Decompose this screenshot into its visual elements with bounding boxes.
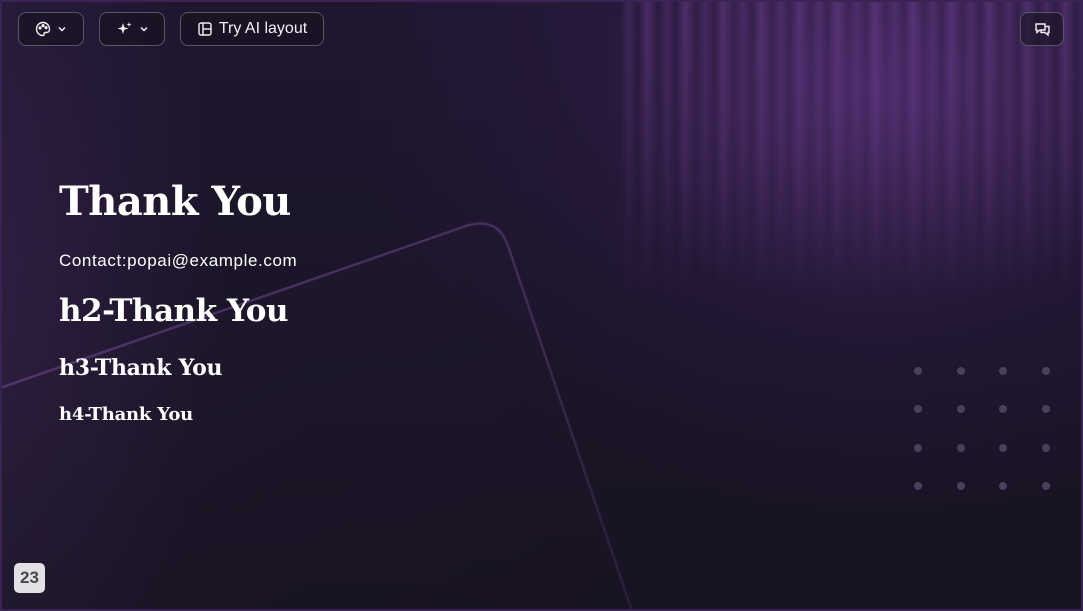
dot-grid: [914, 367, 1050, 490]
slide-title-h3: h3-Thank You: [59, 355, 223, 381]
chat-button[interactable]: [1020, 12, 1064, 46]
slide-title-h4: h4-Thank You: [59, 404, 194, 425]
chevron-down-icon: [139, 24, 149, 34]
try-ai-layout-button[interactable]: Try AI layout: [180, 12, 324, 46]
chat-icon: [1034, 21, 1051, 37]
slide-title-h2: h2-Thank You: [59, 293, 289, 329]
slide-title-h1: Thank You: [59, 178, 291, 225]
theme-palette-button[interactable]: [18, 12, 84, 46]
try-ai-layout-label: Try AI layout: [218, 20, 308, 37]
slide-canvas: Try AI layout Thank You Contact:popai@ex…: [0, 0, 1083, 611]
palette-icon: [35, 21, 51, 37]
chevron-down-icon: [57, 24, 67, 34]
layout-icon: [197, 21, 213, 37]
page-number-badge: 23: [14, 563, 45, 593]
ai-options-button[interactable]: [99, 12, 165, 46]
contact-text: Contact:popai@example.com: [59, 251, 298, 270]
sparkles-icon: [116, 21, 133, 38]
